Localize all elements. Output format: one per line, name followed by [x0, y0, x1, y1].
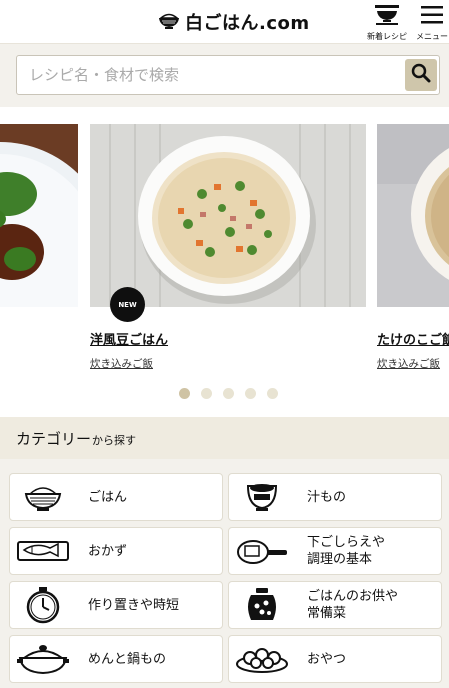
- category-noodles-pot[interactable]: めんと鍋もの: [9, 635, 223, 683]
- category-title: カテゴリー: [16, 429, 92, 448]
- recipe-category-link-next[interactable]: 炊き込みご飯: [377, 356, 449, 371]
- frying-pan-icon: [229, 528, 295, 574]
- carousel-slide-prev[interactable]: [0, 124, 78, 307]
- soup-bowl-icon: [229, 474, 295, 520]
- new-recipes-button[interactable]: 新着レシピ: [364, 3, 410, 42]
- carousel-dots: [179, 388, 278, 399]
- category-label: 汁もの: [307, 489, 347, 505]
- menu-label: メニュー: [416, 32, 448, 41]
- category-label: おやつ: [307, 651, 347, 667]
- recipe-title-next[interactable]: たけのこご飯: [377, 329, 449, 348]
- rice-bowl-logo-icon: [158, 10, 180, 34]
- search-icon: [411, 63, 431, 87]
- search-box: [16, 55, 440, 95]
- category-section-header: カテゴリー から探す: [0, 417, 449, 459]
- carousel-slide-current[interactable]: 洋風豆ごはん 炊き込みご飯: [90, 124, 366, 371]
- category-label: めんと鍋もの: [88, 651, 167, 667]
- category-rice[interactable]: ごはん: [9, 473, 223, 521]
- search-bar: [0, 44, 449, 107]
- recipe-photo-hamburger: [0, 124, 78, 307]
- menu-button[interactable]: メニュー: [415, 3, 449, 42]
- recipe-carousel: 洋風豆ごはん 炊き込みご飯 NEW たけのこご飯 炊き込みご飯: [0, 107, 449, 417]
- recipe-title[interactable]: 洋風豆ごはん: [90, 329, 366, 348]
- carousel-dot[interactable]: [179, 388, 190, 399]
- new-badge: NEW: [110, 287, 145, 322]
- hamburger-icon: [420, 3, 444, 29]
- clay-pot-icon: [10, 636, 76, 682]
- category-quick[interactable]: 作り置きや時短: [9, 581, 223, 629]
- search-input[interactable]: [17, 56, 397, 94]
- pickle-jar-icon: [229, 582, 295, 628]
- stopwatch-icon: [10, 582, 76, 628]
- site-logo[interactable]: 白ごはん.com: [158, 10, 310, 34]
- new-recipes-label: 新着レシピ: [367, 32, 407, 41]
- search-button[interactable]: [405, 59, 437, 91]
- app-header: 白ごはん.com 新着レシピ メニュー: [0, 0, 449, 44]
- recipe-photo-pea-rice: [90, 124, 366, 307]
- category-grid: ごはん 汁もの おかず 下ごしらえや 調理の基本 作り置きや時短 ごはんのお供や…: [0, 459, 449, 688]
- category-label: ごはん: [88, 489, 128, 505]
- category-title-suffix: から探す: [92, 433, 137, 447]
- category-preserves[interactable]: ごはんのお供や 常備菜: [228, 581, 442, 629]
- fish-plate-icon: [10, 528, 76, 574]
- carousel-dot[interactable]: [267, 388, 278, 399]
- rice-bowl-icon: [10, 474, 76, 520]
- carousel-dot[interactable]: [223, 388, 234, 399]
- logo-text: 白ごはん.com: [185, 13, 310, 34]
- category-label: おかず: [88, 543, 128, 559]
- category-label: ごはんのお供や 常備菜: [307, 589, 399, 621]
- recipe-bowl-icon: [374, 3, 400, 29]
- carousel-slide-next[interactable]: たけのこご飯 炊き込みご飯: [377, 124, 449, 371]
- recipe-photo-bamboo-rice: [377, 124, 449, 307]
- carousel-dot[interactable]: [201, 388, 212, 399]
- category-label: 作り置きや時短: [88, 597, 180, 613]
- carousel-dot[interactable]: [245, 388, 256, 399]
- category-label: 下ごしらえや 調理の基本: [307, 535, 386, 567]
- category-side-dish[interactable]: おかず: [9, 527, 223, 575]
- category-basics[interactable]: 下ごしらえや 調理の基本: [228, 527, 442, 575]
- category-soup[interactable]: 汁もの: [228, 473, 442, 521]
- category-snacks[interactable]: おやつ: [228, 635, 442, 683]
- recipe-category-link[interactable]: 炊き込みご飯: [90, 356, 366, 371]
- dango-icon: [229, 636, 295, 682]
